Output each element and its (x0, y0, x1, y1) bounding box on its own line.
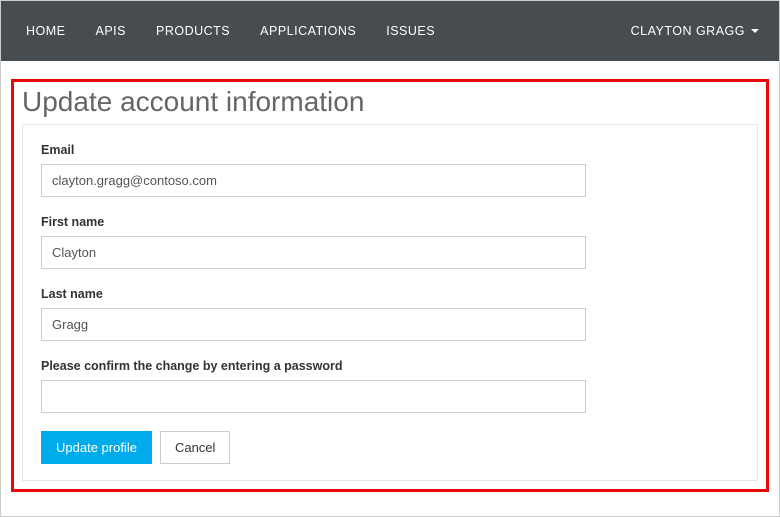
user-menu[interactable]: CLAYTON GRAGG (621, 24, 769, 38)
first-name-field[interactable] (41, 236, 586, 269)
top-navbar: HOME APIS PRODUCTS APPLICATIONS ISSUES C… (1, 1, 779, 61)
last-name-field[interactable] (41, 308, 586, 341)
highlight-box: Update account information Email First n… (11, 79, 769, 492)
caret-down-icon (751, 29, 759, 33)
email-label: Email (41, 143, 739, 157)
form-group-password: Please confirm the change by entering a … (41, 359, 739, 413)
last-name-label: Last name (41, 287, 739, 301)
first-name-label: First name (41, 215, 739, 229)
password-field[interactable] (41, 380, 586, 413)
password-label: Please confirm the change by entering a … (41, 359, 739, 373)
form-group-lastname: Last name (41, 287, 739, 341)
form-group-firstname: First name (41, 215, 739, 269)
form-panel: Email First name Last name Please confir… (22, 124, 758, 481)
nav-applications[interactable]: APPLICATIONS (245, 3, 371, 59)
cancel-button[interactable]: Cancel (160, 431, 230, 464)
email-field[interactable] (41, 164, 586, 197)
user-menu-label: CLAYTON GRAGG (631, 24, 745, 38)
page-title: Update account information (22, 86, 758, 118)
update-profile-button[interactable]: Update profile (41, 431, 152, 464)
nav-home[interactable]: HOME (11, 3, 81, 59)
nav-products[interactable]: PRODUCTS (141, 3, 245, 59)
nav-issues[interactable]: ISSUES (371, 3, 450, 59)
button-row: Update profile Cancel (41, 431, 739, 464)
form-group-email: Email (41, 143, 739, 197)
content-area: Update account information Email First n… (1, 61, 779, 502)
nav-left: HOME APIS PRODUCTS APPLICATIONS ISSUES (11, 3, 450, 59)
nav-apis[interactable]: APIS (81, 3, 142, 59)
